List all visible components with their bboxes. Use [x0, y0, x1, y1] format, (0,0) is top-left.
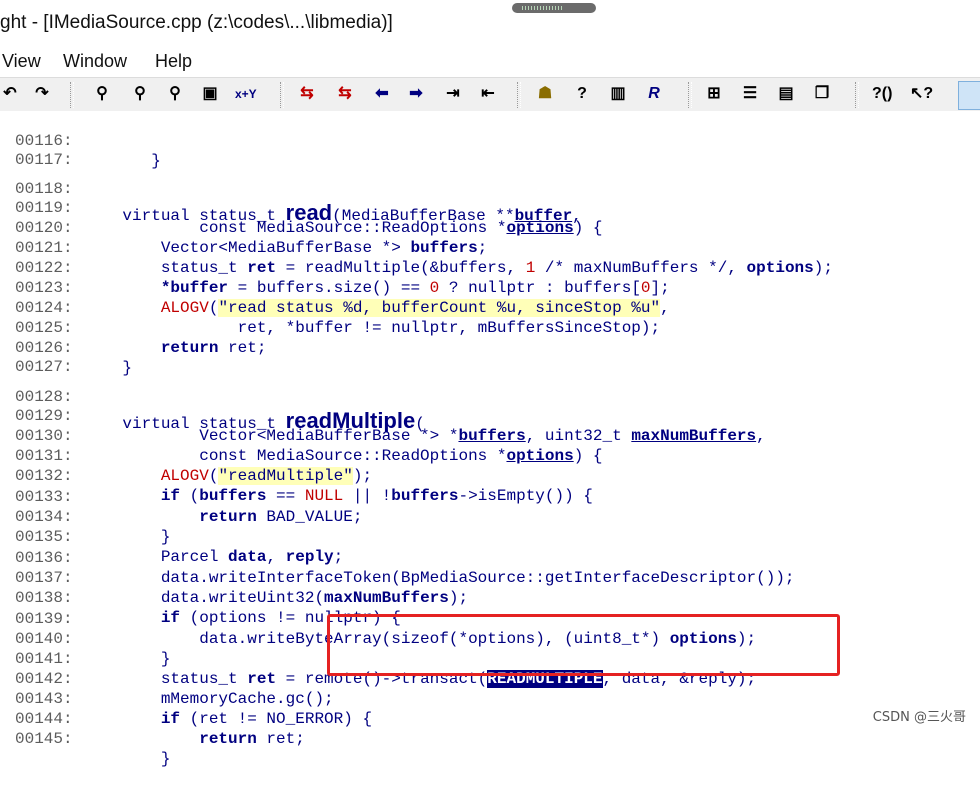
code-text: return ret; — [160, 339, 267, 357]
arrow-right-icon[interactable]: ➡ — [406, 83, 426, 105]
bookmark-next-icon[interactable]: ⇆ — [335, 83, 355, 105]
code-line: 00140: } — [0, 609, 170, 668]
code-line: 00130: const MediaSource::ReadOptions *o… — [0, 406, 603, 465]
code-text: } — [84, 650, 171, 668]
find-next-icon[interactable]: ⚲ — [130, 83, 150, 105]
code-text: Vector<MediaBufferBase *> buffers; — [84, 239, 488, 257]
window-title: ght - [IMediaSource.cpp (z:\codes\...\li… — [0, 12, 393, 33]
watermark: CSDN @三火哥 — [872, 710, 966, 725]
code-line: 00124: ret, *buffer != nullptr, mBuffers… — [0, 278, 660, 337]
code-line: 00121: status_t ret = readMultiple(&buff… — [0, 218, 833, 277]
code-text: mMemoryCache.gc(); — [84, 690, 334, 708]
code-line: 00131: ALOGV("readMultiple"); — [0, 426, 372, 485]
code-text: if (ret != NO_ERROR) { — [160, 710, 373, 728]
code-line: 00128: virtual status_t readMultiple( — [0, 361, 425, 433]
code-text: Parcel data, reply; — [84, 548, 344, 566]
replace-icon[interactable]: ▣ — [200, 83, 220, 105]
menu-window[interactable]: Window — [63, 51, 127, 72]
menu-help[interactable]: Help — [155, 51, 192, 72]
code-line: 00117: — [0, 130, 73, 169]
drag-grip[interactable] — [512, 3, 596, 13]
code-text: data.writeUint32(maxNumBuffers); — [84, 589, 469, 607]
code-text: data.writeInterfaceToken(BpMediaSource::… — [84, 569, 795, 587]
code-text: return ret; — [199, 730, 305, 748]
code-text: status_t ret = readMultiple(&buffers, 1 … — [84, 259, 833, 277]
outdent-icon[interactable]: ⇤ — [478, 83, 498, 105]
xy-icon[interactable]: x+Y — [235, 83, 257, 105]
context-help-icon[interactable]: ?() — [872, 83, 892, 105]
code-line: 00125: return ret; — [0, 298, 266, 357]
code-line: 00142: mMemoryCache.gc(); — [0, 649, 334, 708]
book-icon[interactable]: ▥ — [608, 83, 628, 105]
code-text: } — [84, 359, 133, 377]
code-text: Vector<MediaBufferBase *> *buffers, uint… — [84, 427, 766, 445]
code-line: 00120: Vector<MediaBufferBase *> buffers… — [0, 198, 487, 257]
code-line: 00138: if (options != nullptr) { — [0, 568, 401, 627]
menu-view[interactable]: View — [2, 51, 41, 72]
code-line: 00139: data.writeByteArray(sizeof(*optio… — [0, 589, 756, 648]
code-line: 00134: } — [0, 487, 170, 546]
annotation-box — [327, 614, 840, 676]
code-text: ALOGV("read status %d, bufferCount %u, s… — [160, 299, 670, 317]
code-text: } — [84, 528, 171, 546]
code-line: 00126: } — [0, 318, 132, 377]
line-number: 00145: — [15, 730, 73, 748]
active-tool-icon[interactable] — [958, 81, 980, 110]
toolbar: ↶ ↷ ⚲ ⚲ ⚲ ▣ x+Y ⇆ ⇆ ⬅ ➡ ⇥ ⇤ ☗ ? ▥ R ⊞ ☰ … — [0, 77, 980, 113]
code-text: ALOGV("readMultiple"); — [160, 467, 373, 485]
arrow-left-icon[interactable]: ⬅ — [372, 83, 392, 105]
code-line: 00141: status_t ret = remote()->transact… — [0, 629, 756, 688]
code-text: *buffer = buffers.size() == 0 ? nullptr … — [160, 279, 670, 297]
indent-icon[interactable]: ⇥ — [443, 83, 463, 105]
find-icon[interactable]: ⚲ — [92, 83, 112, 105]
code-line: 00122: *buffer = buffers.size() == 0 ? n… — [0, 238, 670, 297]
code-line: 00135: Parcel data, reply; — [0, 507, 343, 566]
window-split-icon[interactable]: ▤ — [776, 83, 796, 105]
code-line: 00116: } — [0, 111, 161, 170]
code-line: 00119: const MediaSource::ReadOptions *o… — [0, 178, 603, 237]
r-icon[interactable]: R — [644, 83, 664, 105]
code-line: 00136: data.writeInterfaceToken(BpMediaS… — [0, 528, 795, 587]
title-bar: ght - [IMediaSource.cpp (z:\codes\...\li… — [0, 0, 980, 46]
code-line: 00133: return BAD_VALUE; — [0, 467, 362, 526]
window-list-icon[interactable]: ☰ — [740, 83, 760, 105]
symbol-info-icon[interactable]: ☗ — [535, 83, 555, 105]
code-line: 00137: data.writeUint32(maxNumBuffers); — [0, 548, 468, 607]
code-line: 00145: } — [0, 709, 170, 768]
code-line: 00132: if (buffers == NULL || !buffers->… — [0, 446, 593, 505]
code-text: ret, *buffer != nullptr, mBuffersSinceSt… — [84, 319, 661, 337]
undo-icon[interactable]: ↶ — [0, 83, 20, 105]
help-info-icon[interactable]: ? — [572, 83, 592, 105]
pointer-help-icon[interactable]: ↖? — [910, 83, 933, 105]
find-prev-icon[interactable]: ⚲ — [165, 83, 185, 105]
code-line: 00143: if (ret != NO_ERROR) { — [0, 669, 372, 728]
code-text: const MediaSource::ReadOptions *options)… — [84, 447, 603, 465]
code-text: } — [84, 750, 171, 768]
menu-bar: View Window Help — [0, 48, 980, 76]
code-line: 00144: return ret; — [0, 689, 305, 748]
window-cascade-icon[interactable]: ❐ — [812, 83, 832, 105]
code-text: return BAD_VALUE; — [199, 508, 363, 526]
code-text: } — [84, 152, 161, 170]
code-editor[interactable]: 00116: } 00117: 00118: virtual status_t … — [0, 111, 980, 768]
code-line: 00129: Vector<MediaBufferBase *> *buffer… — [0, 386, 766, 445]
code-line: 00123: ALOGV("read status %d, bufferCoun… — [0, 258, 670, 317]
window-grid-icon[interactable]: ⊞ — [704, 83, 724, 105]
bookmark-prev-icon[interactable]: ⇆ — [297, 83, 317, 105]
code-line: 00127: — [0, 337, 73, 376]
redo-icon[interactable]: ↷ — [32, 83, 52, 105]
code-text: const MediaSource::ReadOptions *options)… — [84, 219, 603, 237]
code-text: if (buffers == NULL || !buffers->isEmpty… — [160, 487, 593, 505]
code-line: 00118: virtual status_t read(MediaBuffer… — [0, 153, 582, 225]
